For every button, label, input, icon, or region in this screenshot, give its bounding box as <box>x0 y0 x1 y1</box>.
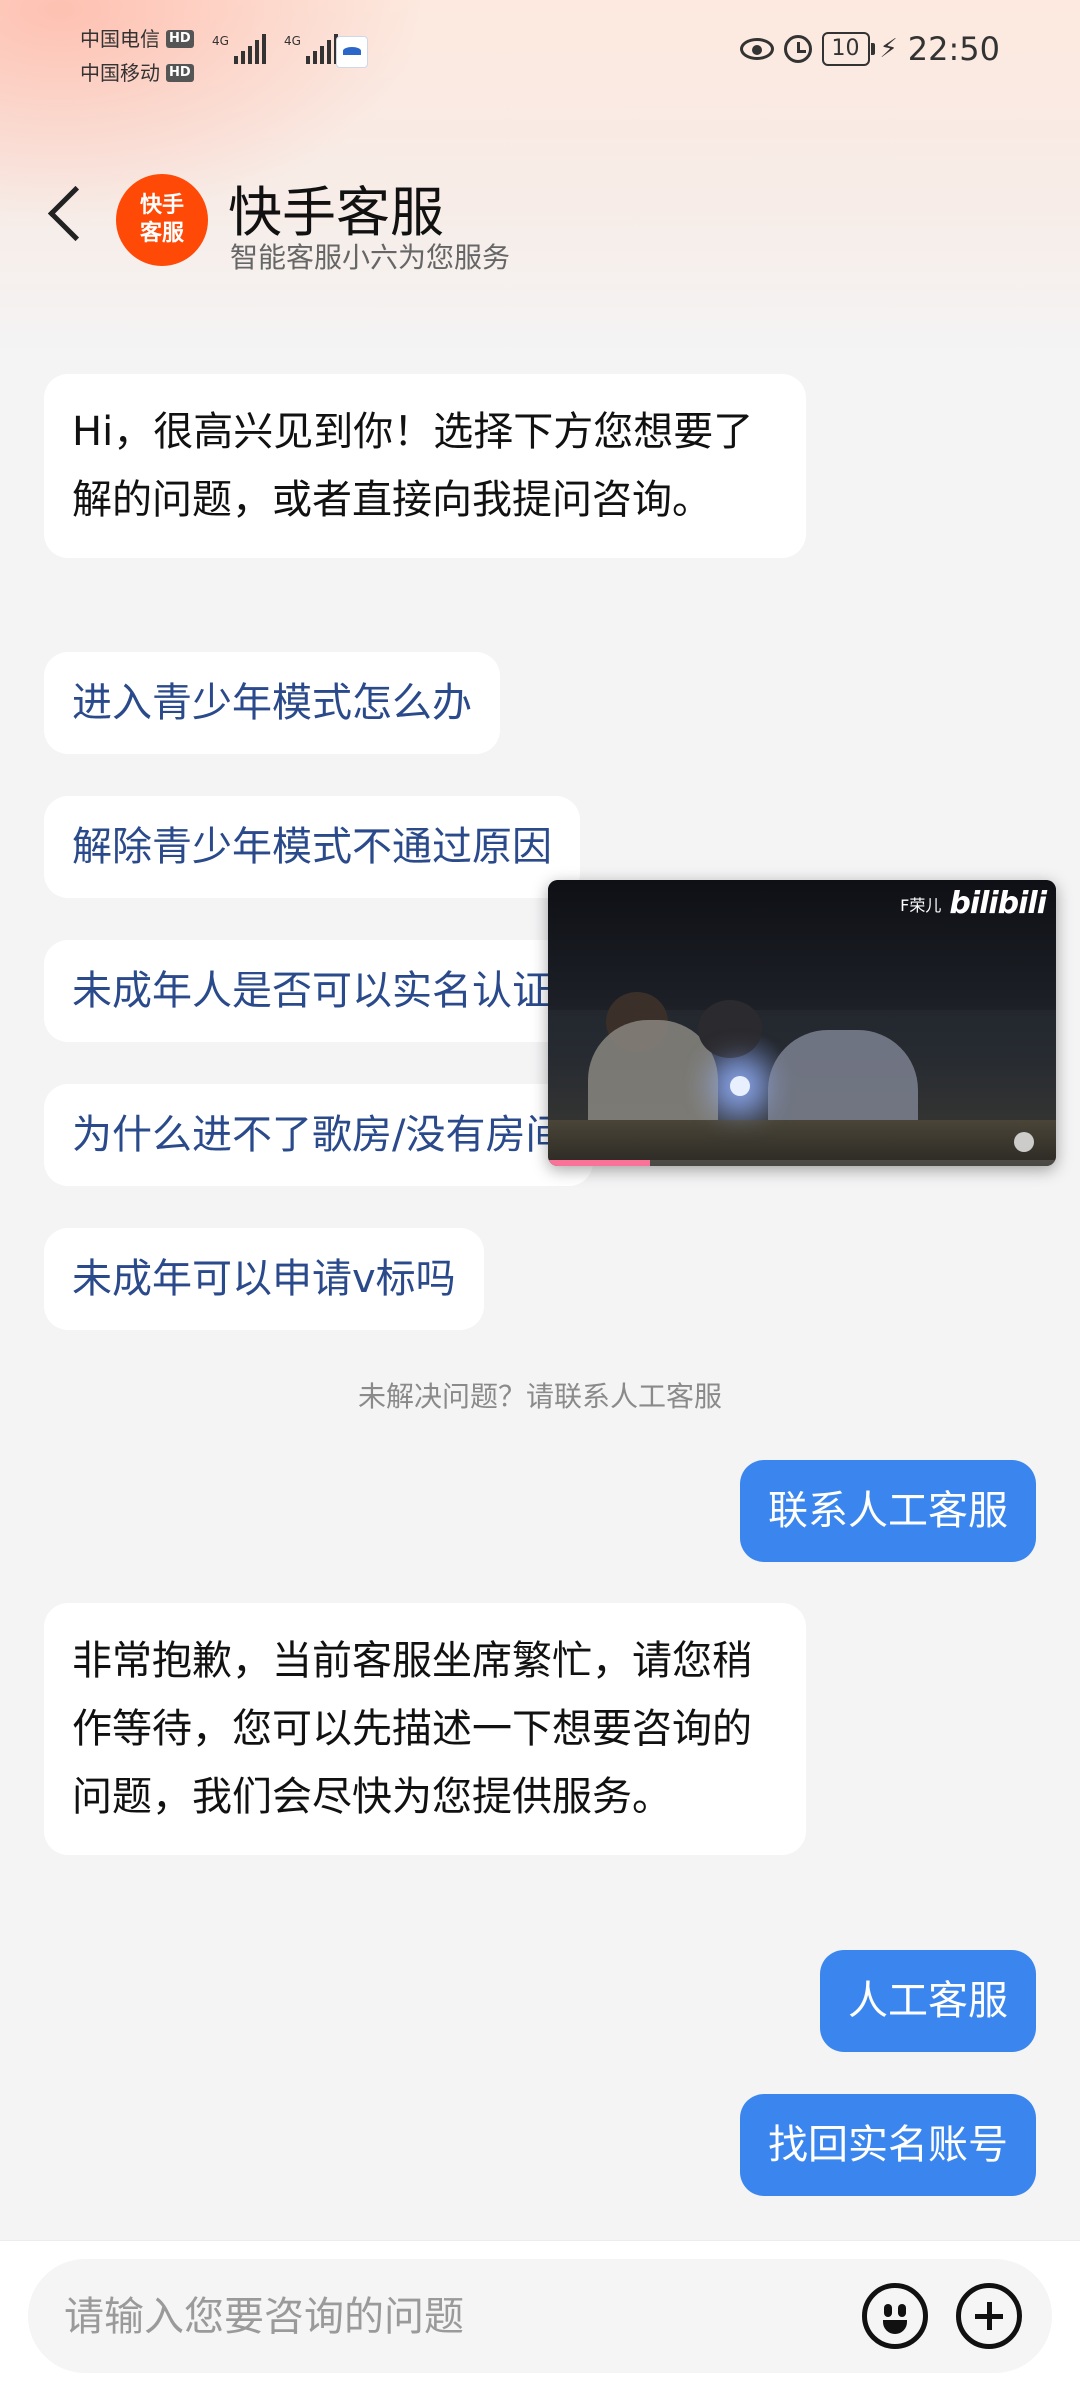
chat-header: 快手 客服 快手客服 智能客服小六为您服务 <box>0 150 1080 290</box>
emoji-icon[interactable] <box>862 2283 928 2349</box>
video-progress-bar[interactable] <box>548 1160 1056 1166</box>
app-notification-icon <box>336 36 368 68</box>
faq-option[interactable]: 为什么进不了歌房/没有房间 <box>44 1084 594 1186</box>
network-type: 4G <box>283 34 301 48</box>
faq-option[interactable]: 解除青少年模式不通过原因 <box>44 796 580 898</box>
message-input[interactable] <box>62 2259 866 2375</box>
signal-icon: 4G <box>284 34 338 64</box>
status-bar: 中国电信 HD 中国移动 HD 4G 4G 10 ⚡ 22:50 <box>0 0 1080 110</box>
network-type: 4G <box>212 34 229 48</box>
charging-icon: ⚡ <box>879 34 898 64</box>
signal-indicators: 4G 4G <box>212 34 338 64</box>
carrier-1: 中国电信 <box>80 27 160 51</box>
user-message: 联系人工客服 <box>740 1460 1036 1562</box>
eye-icon <box>739 38 774 60</box>
video-progress-fill <box>548 1160 650 1166</box>
hd-badge: HD <box>166 64 194 82</box>
watermark-text: F荣儿 <box>900 895 942 915</box>
video-frame <box>698 1000 762 1058</box>
back-icon[interactable] <box>47 185 104 242</box>
video-watermark: F荣儿 bilibili <box>900 886 1047 921</box>
bot-reply-message: 非常抱歉，当前客服坐席繁忙，请您稍作等待，您可以先描述一下想要咨询的问题，我们会… <box>44 1603 806 1855</box>
hd-badge: HD <box>166 30 194 48</box>
carrier-2: 中国移动 <box>80 61 160 85</box>
avatar[interactable]: 快手 客服 <box>116 174 208 266</box>
clock: 22:50 <box>907 30 1000 68</box>
alarm-icon <box>783 35 812 63</box>
avatar-text-top: 快手 <box>139 193 184 218</box>
input-bar <box>0 2240 1080 2401</box>
signal-icon: 4G <box>212 34 266 64</box>
faq-option[interactable]: 进入青少年模式怎么办 <box>44 652 500 754</box>
video-frame <box>730 1076 750 1096</box>
status-right: 10 ⚡ 22:50 <box>739 30 1000 68</box>
page-subtitle: 智能客服小六为您服务 <box>230 241 511 274</box>
bot-greeting-message: Hi，很高兴见到你！选择下方您想要了解的问题，或者直接向我提问咨询。 <box>44 374 806 558</box>
contact-agent-hint[interactable]: 未解决问题？请联系人工客服 <box>0 1375 1080 1415</box>
faq-option[interactable]: 未成年可以申请v标吗 <box>44 1228 484 1330</box>
bilibili-logo: bilibili <box>949 886 1047 921</box>
plus-icon[interactable] <box>956 2283 1022 2349</box>
battery-icon: 10 <box>821 32 875 66</box>
message-input-container <box>28 2259 1052 2375</box>
user-message: 找回实名账号 <box>740 2094 1036 2196</box>
avatar-text-bottom: 客服 <box>139 221 184 246</box>
video-handle-icon[interactable] <box>1014 1132 1034 1152</box>
faq-option[interactable]: 未成年人是否可以实名认证 <box>44 940 580 1042</box>
floating-video-player[interactable]: F荣儿 bilibili <box>548 880 1056 1166</box>
user-message: 人工客服 <box>820 1950 1036 2052</box>
carrier-info: 中国电信 HD 中国移动 HD <box>80 22 194 90</box>
